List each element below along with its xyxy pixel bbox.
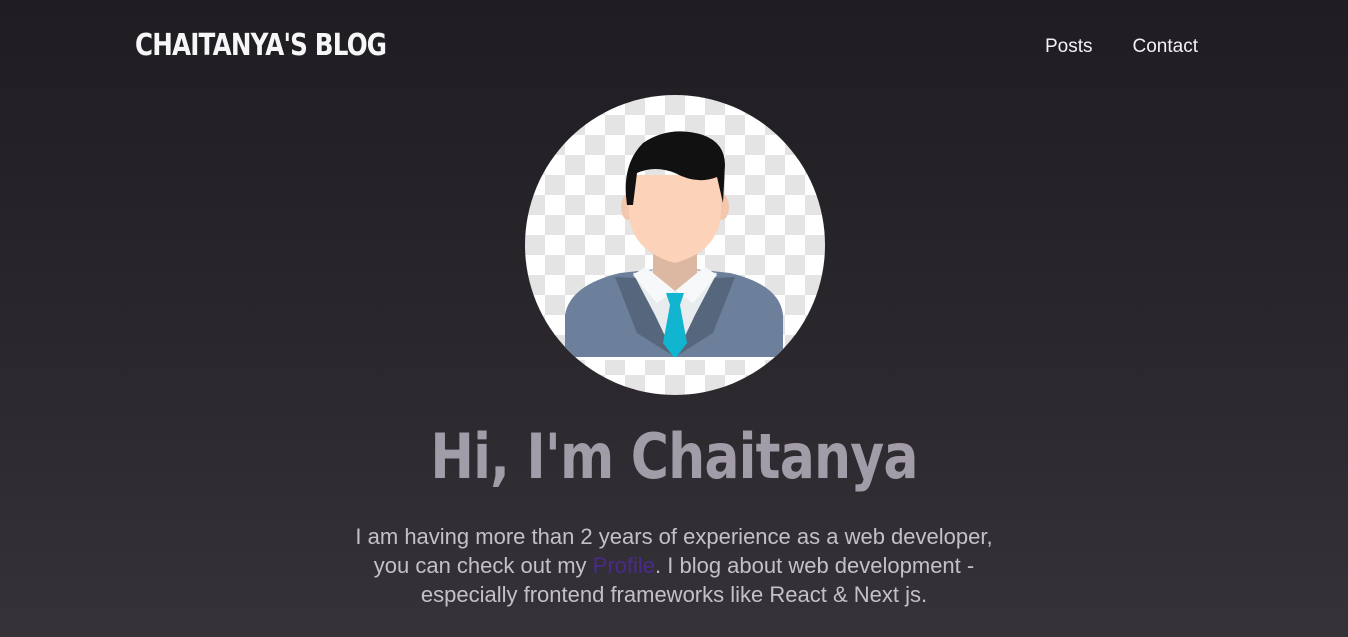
hero-title: Hi, I'm Chaitanya: [430, 420, 918, 493]
profile-link[interactable]: Profile: [593, 553, 655, 578]
site-header: CHAITANYA'S BLOG Posts Contact: [0, 0, 1348, 96]
businessman-avatar-icon: [565, 131, 785, 360]
site-logo[interactable]: CHAITANYA'S BLOG: [135, 28, 387, 63]
nav-link-contact[interactable]: Contact: [1133, 36, 1198, 58]
main-nav: Posts Contact: [1045, 36, 1198, 58]
profile-avatar: [525, 95, 825, 395]
hero-intro: I am having more than 2 years of experie…: [354, 522, 994, 609]
nav-link-posts[interactable]: Posts: [1045, 36, 1093, 58]
